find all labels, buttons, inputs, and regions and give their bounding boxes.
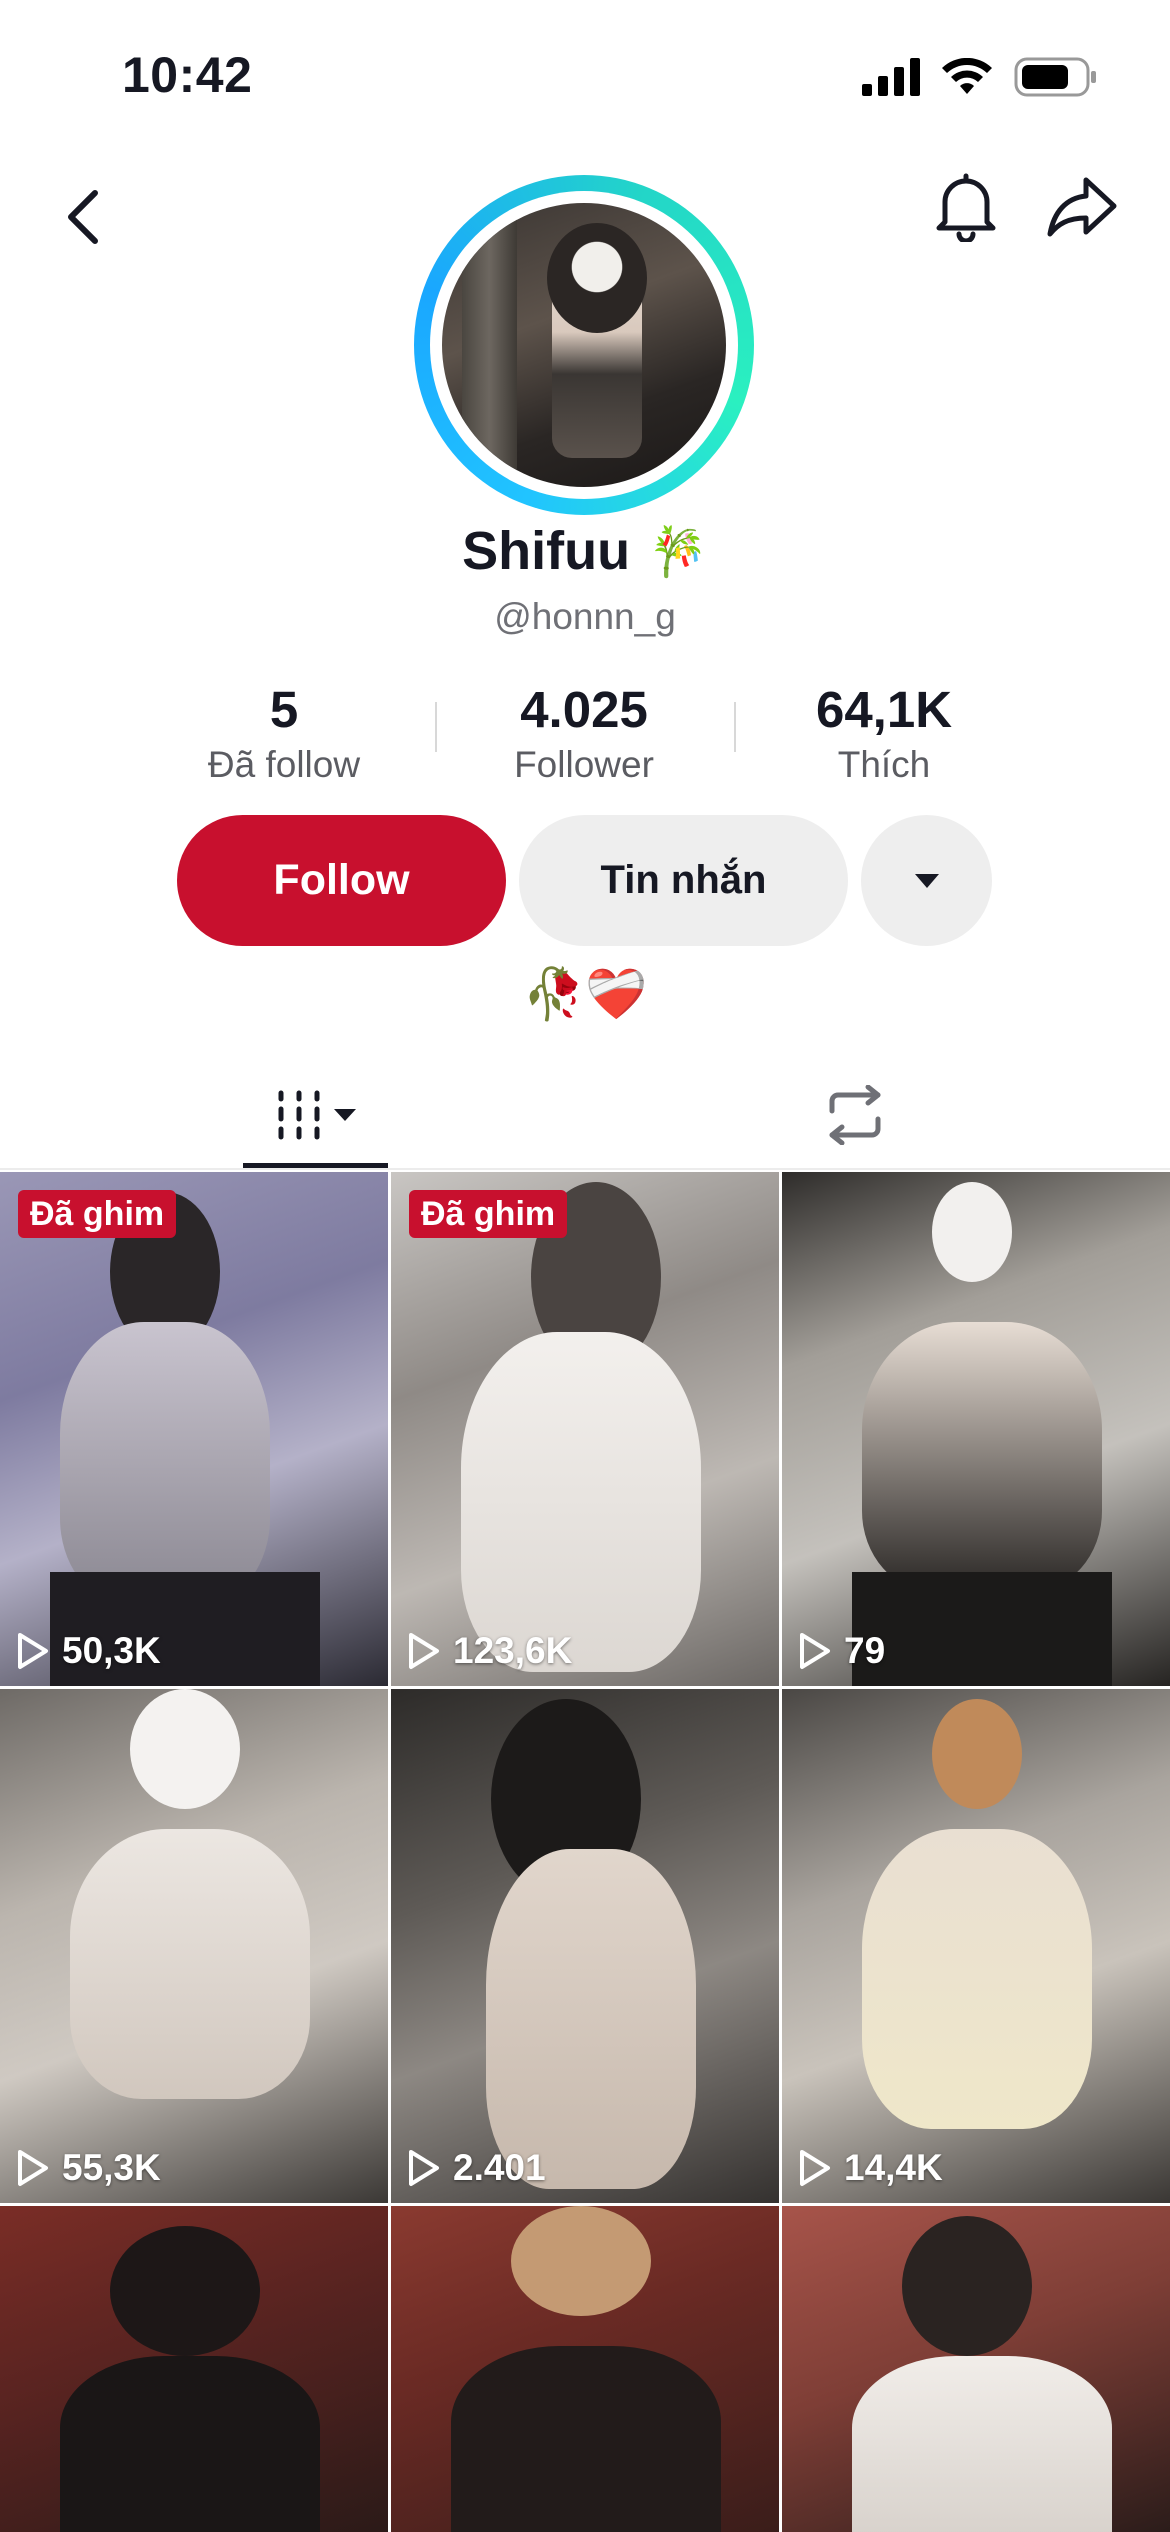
tile-subject [60,1322,270,1602]
notification-bell-button[interactable] [920,160,1012,252]
share-icon [1047,177,1117,237]
play-icon [18,1633,48,1669]
stat-likes[interactable]: 64,1K Thích [734,680,1034,788]
follow-button[interactable]: Follow [177,815,506,946]
avatar-head [547,223,647,333]
tile-subject [451,2346,721,2532]
display-name: Shifuu [462,521,631,581]
bell-icon [936,173,996,242]
name-row: Shifuu 🎋 [0,520,1170,582]
view-count: 14,4K [798,2147,943,2189]
pinned-badge: Đã ghim [18,1190,177,1238]
tile-subject [932,1699,1022,1809]
play-icon [18,2150,48,2186]
username: @honnn_g [494,596,676,637]
play-icon [409,2150,439,2186]
tab-divider [0,1168,1170,1170]
signal-icon [862,58,920,96]
stat-followers-value: 4.025 [520,681,648,738]
stat-followers-label: Follower [514,744,654,785]
tile-subject [852,2356,1112,2532]
battery-icon [1014,57,1096,97]
play-icon [800,2150,830,2186]
tile-subject [60,2356,320,2532]
tile-subject [862,1322,1102,1592]
tile-subject [70,1829,310,2099]
tile-subject [130,1689,240,1809]
name-emoji: 🎋 [648,525,708,579]
view-count: 2.401 [407,2147,546,2189]
video-tile[interactable] [782,2206,1170,2532]
video-tile[interactable]: 55,3K [0,1689,388,2203]
wifi-icon [942,58,992,94]
view-count-text: 50,3K [62,1630,161,1671]
tile-subject [486,1849,696,2189]
view-count: 123,6K [407,1630,572,1672]
back-button[interactable] [38,172,128,262]
view-count-text: 2.401 [453,2147,546,2188]
view-count: 55,3K [16,2147,161,2189]
tab-videos[interactable] [243,1065,388,1165]
video-tile[interactable]: 79 [782,1172,1170,1686]
status-icons [862,52,1098,102]
video-tile[interactable]: 14,4K [782,1689,1170,2203]
tile-subject [461,1332,701,1672]
stat-likes-value: 64,1K [815,681,953,738]
tab-reposts[interactable] [805,1065,905,1165]
video-tile[interactable] [391,2206,779,2532]
message-button[interactable]: Tin nhắn [519,815,848,946]
videos-grid-icon [278,1090,319,1140]
view-count-text: 123,6K [453,1630,573,1671]
tile-subject [110,2226,260,2356]
dropdown-caret-icon [914,873,939,888]
view-count-text: 55,3K [62,2147,161,2188]
back-icon [68,190,98,244]
repost-icon [829,1085,881,1145]
bio: 🥀❤️‍🩹 [522,966,648,1022]
avatar[interactable] [442,203,726,487]
view-count-text: 79 [844,1630,886,1671]
video-grid: Đã ghim 50,3K Đã ghim 123,6K 79 55,3K 2.… [0,1172,1170,2532]
video-tile[interactable]: 2.401 [391,1689,779,2203]
tab-dropdown-caret-icon [333,1109,356,1121]
tile-subject [902,2216,1032,2356]
tile-subject [852,1572,1112,1686]
play-icon [409,1633,439,1669]
share-button[interactable] [1036,160,1128,252]
tile-subject [511,2206,651,2316]
stat-following-value: 5 [269,681,299,738]
view-count-text: 14,4K [844,2147,943,2188]
tile-subject [932,1182,1012,1282]
stat-followers[interactable]: 4.025 Follower [434,680,734,788]
stat-following-label: Đã follow [207,744,361,785]
video-tile[interactable]: Đã ghim 123,6K [391,1172,779,1686]
view-count: 79 [798,1630,885,1672]
video-tile[interactable]: Đã ghim 50,3K [0,1172,388,1686]
pinned-badge: Đã ghim [409,1190,568,1238]
status-time: 10:42 [122,47,253,103]
suggested-accounts-button[interactable] [861,815,992,946]
video-tile[interactable] [0,2206,388,2532]
tile-subject [862,1829,1092,2129]
stat-following[interactable]: 5 Đã follow [134,680,434,788]
play-icon [800,1633,830,1669]
view-count: 50,3K [16,1630,161,1672]
avatar-background-tree [462,203,517,487]
stat-likes-label: Thích [837,744,931,785]
